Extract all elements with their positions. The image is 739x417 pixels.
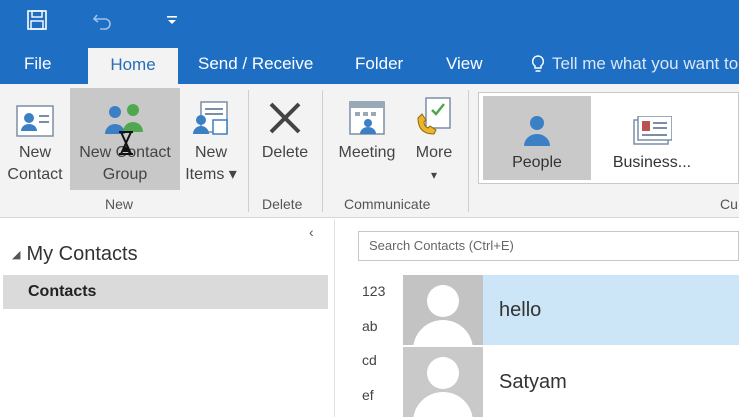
tab-file[interactable]: File: [24, 44, 51, 84]
index-letter[interactable]: ab: [362, 318, 378, 334]
view-business-card-option[interactable]: Business...: [597, 96, 707, 180]
business-card-icon: [633, 116, 672, 145]
view-people-label: People: [512, 154, 562, 171]
customize-toolbar-icon[interactable]: [160, 8, 184, 32]
search-contacts-input[interactable]: Search Contacts (Ctrl+E): [358, 231, 739, 261]
index-letter[interactable]: cd: [362, 352, 377, 368]
meeting-calendar-icon: [349, 101, 385, 135]
my-contacts-label: My Contacts: [26, 243, 138, 265]
save-icon[interactable]: [25, 8, 49, 32]
outlook-window: File Home Send / Receive Folder View Tel…: [0, 0, 739, 417]
contact-card-icon: [16, 105, 54, 137]
undo-icon[interactable]: [90, 8, 114, 32]
group-label-new: New: [105, 196, 134, 212]
meeting-button[interactable]: Meeting: [330, 88, 404, 190]
tell-me-box[interactable]: Tell me what you want to: [530, 44, 738, 84]
avatar-head-shape: [427, 357, 459, 389]
more-button[interactable]: More ▾: [408, 88, 460, 190]
ribbon: New Contact New Contact Group New Items …: [0, 84, 739, 218]
tell-me-text: Tell me what you want to: [552, 54, 739, 73]
tab-send-receive[interactable]: Send / Receive: [198, 44, 313, 84]
contact-name: hello: [499, 298, 542, 321]
ribbon-separator: [322, 90, 323, 212]
new-contact-group-label-2: Group: [102, 166, 148, 183]
avatar: [403, 275, 483, 345]
expand-triangle-icon: ◢: [12, 249, 21, 261]
contact-row[interactable]: Satyam: [403, 347, 739, 417]
new-contact-button[interactable]: New Contact: [2, 88, 68, 190]
delete-label: Delete: [261, 144, 309, 161]
title-bar: [0, 0, 739, 44]
index-letter[interactable]: ef: [362, 387, 374, 403]
delete-x-icon: [269, 102, 301, 134]
hourglass-cursor-icon: [119, 131, 133, 155]
view-people-option[interactable]: People: [483, 96, 591, 180]
contact-row[interactable]: hello: [403, 275, 739, 345]
new-contact-label-2: Contact: [7, 166, 63, 183]
more-communicate-icon: [417, 97, 451, 135]
view-business-label: Business...: [612, 154, 692, 171]
person-icon: [524, 116, 550, 146]
more-label: More: [415, 144, 453, 161]
collapse-pane-chevron-icon[interactable]: ‹: [309, 224, 314, 240]
group-label-delete: Delete: [262, 196, 303, 212]
my-contacts-header[interactable]: ◢ My Contacts: [12, 243, 138, 266]
avatar-body-shape: [413, 320, 473, 345]
new-contact-label-1: New: [18, 144, 51, 161]
avatar: [403, 347, 483, 417]
ribbon-separator: [248, 90, 249, 212]
new-items-icon: [193, 101, 228, 135]
lightbulb-icon: [531, 55, 545, 72]
new-items-label-2: Items ▾: [185, 166, 237, 183]
tab-view[interactable]: View: [446, 44, 483, 84]
group-label-communicate: Communicate: [344, 196, 431, 212]
group-label-current-view: Cu: [720, 196, 738, 212]
delete-button[interactable]: Delete: [254, 88, 316, 190]
contacts-list-pane: Search Contacts (Ctrl+E) 123 ab cd ef he…: [336, 219, 739, 417]
new-items-button[interactable]: New Items ▾: [182, 88, 240, 190]
index-letter[interactable]: 123: [362, 283, 385, 299]
avatar-head-shape: [427, 285, 459, 317]
tab-folder[interactable]: Folder: [355, 44, 403, 84]
contact-name: Satyam: [499, 370, 567, 393]
meeting-label: Meeting: [338, 144, 396, 161]
folder-item-contacts[interactable]: Contacts: [3, 275, 328, 309]
avatar-body-shape: [413, 392, 473, 417]
ribbon-separator: [468, 90, 469, 212]
ribbon-tab-bar: File Home Send / Receive Folder View Tel…: [0, 44, 739, 85]
tab-home[interactable]: Home: [88, 48, 178, 85]
folder-pane: ‹ ◢ My Contacts Contacts: [0, 219, 335, 417]
new-contact-group-button[interactable]: New Contact Group: [70, 88, 180, 190]
more-caret: ▾: [430, 168, 438, 182]
new-items-label-1: New: [194, 144, 227, 161]
current-view-gallery: People Business...: [478, 92, 739, 184]
